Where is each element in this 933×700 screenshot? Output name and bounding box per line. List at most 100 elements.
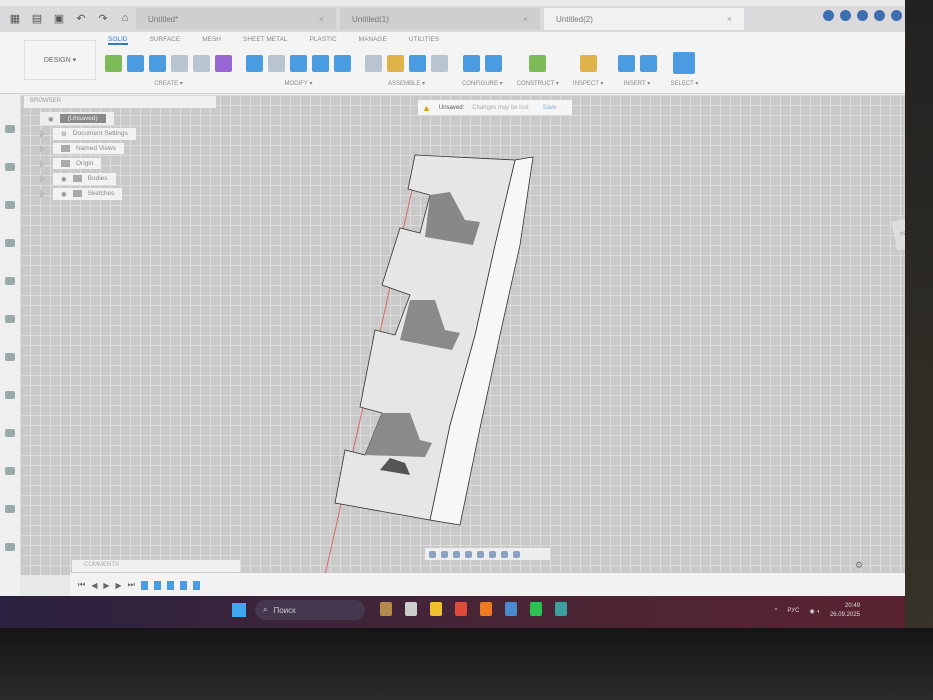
widgets-icon[interactable]: [380, 602, 392, 616]
redo-icon[interactable]: ↷: [96, 12, 110, 26]
tree-item-sketches[interactable]: ◉ Sketches: [40, 186, 136, 201]
shell-icon[interactable]: [290, 54, 307, 72]
app2-icon[interactable]: [555, 602, 567, 616]
expand-icon[interactable]: [40, 129, 45, 138]
eye-icon[interactable]: ◉: [61, 175, 67, 183]
tab-utilities[interactable]: UTILITIES: [409, 36, 439, 45]
tab-surface[interactable]: SURFACE: [150, 36, 181, 45]
press-pull-icon[interactable]: [246, 54, 263, 72]
tree-item-named-views[interactable]: Named Views: [40, 141, 136, 156]
viewports-icon[interactable]: [513, 550, 520, 558]
eye-icon[interactable]: ◉: [61, 190, 67, 198]
tab-untitled-1[interactable]: Untitled(1) ×: [340, 8, 540, 30]
fit-icon[interactable]: [477, 550, 484, 558]
timeline-feature[interactable]: [153, 580, 161, 590]
wifi-volume-icon[interactable]: ◉ ◖: [809, 608, 820, 615]
jobs-icon[interactable]: [857, 10, 868, 21]
combine-icon[interactable]: [312, 54, 329, 72]
tab-solid[interactable]: SOLID: [108, 36, 128, 45]
chrome-icon[interactable]: [455, 602, 467, 616]
motion-icon[interactable]: [409, 54, 426, 72]
file-explorer-icon[interactable]: [430, 602, 442, 616]
tree-item-origin[interactable]: Origin: [40, 156, 136, 171]
close-icon[interactable]: ×: [727, 14, 732, 24]
fusion-icon[interactable]: [505, 602, 517, 616]
side-icon[interactable]: [5, 239, 15, 247]
tree-item-bodies[interactable]: ◉ Bodies: [40, 171, 136, 186]
configure-icon[interactable]: [462, 54, 480, 72]
select-menu[interactable]: SELECT ▾: [671, 80, 699, 87]
modify-menu[interactable]: MODIFY ▾: [285, 80, 313, 87]
side-icon[interactable]: [5, 429, 15, 437]
side-icon[interactable]: [5, 353, 15, 361]
pattern-icon[interactable]: [193, 54, 210, 72]
expand-icon[interactable]: [40, 159, 45, 168]
expand-icon[interactable]: [40, 189, 45, 198]
pan-icon[interactable]: [453, 550, 460, 558]
notifications-icon[interactable]: [874, 10, 885, 21]
close-icon[interactable]: ×: [523, 14, 528, 24]
construct-menu[interactable]: CONSTRUCT ▾: [517, 80, 559, 87]
clock[interactable]: 20:49 26.09.2025: [830, 602, 860, 620]
table-icon[interactable]: [431, 54, 448, 72]
measure-icon[interactable]: [579, 54, 597, 72]
look-at-icon[interactable]: [441, 550, 448, 558]
plane-icon[interactable]: [529, 54, 547, 72]
eye-icon[interactable]: ◉: [48, 115, 54, 123]
expand-icon[interactable]: [40, 174, 45, 183]
tab-plastic[interactable]: PLASTIC: [310, 36, 337, 45]
insert-derive-icon[interactable]: [617, 54, 635, 72]
file-icon[interactable]: ▤: [30, 12, 44, 26]
undo-icon[interactable]: ↶: [74, 12, 88, 26]
joint-icon[interactable]: [365, 54, 382, 72]
side-icon[interactable]: [5, 543, 15, 551]
home-icon[interactable]: ⌂: [118, 12, 132, 26]
save-link[interactable]: Save: [543, 105, 557, 111]
tab-untitled-2[interactable]: Untitled(2) ×: [544, 8, 744, 30]
save-icon[interactable]: ▣: [52, 12, 66, 26]
help-icon[interactable]: [891, 10, 902, 21]
data-panel-icon[interactable]: [840, 10, 851, 21]
select-cursor-icon[interactable]: [673, 52, 696, 74]
insert-menu[interactable]: INSERT ▾: [624, 80, 650, 87]
chevron-up-icon[interactable]: ^: [775, 608, 778, 614]
canvas-viewport[interactable]: FRONT: [20, 95, 910, 575]
display-settings-icon[interactable]: [489, 550, 496, 558]
comments-panel[interactable]: COMMENTS: [72, 560, 240, 572]
side-icon[interactable]: [5, 505, 15, 513]
extrude-icon[interactable]: [127, 54, 144, 72]
side-icon[interactable]: [5, 201, 15, 209]
insert-image-icon[interactable]: [639, 54, 657, 72]
green-app-icon[interactable]: [530, 602, 542, 616]
timeline-feature[interactable]: [179, 580, 187, 590]
tab-untitled[interactable]: Untitled* ×: [136, 8, 336, 30]
go-to-end-button[interactable]: ⏭: [128, 580, 135, 590]
configure-table-icon[interactable]: [484, 54, 502, 72]
side-icon[interactable]: [5, 163, 15, 171]
model-body[interactable]: [20, 95, 910, 575]
close-icon[interactable]: ×: [319, 14, 324, 24]
settings-gear-icon[interactable]: ⚙: [855, 560, 863, 571]
tab-sheet-metal[interactable]: SHEET METAL: [243, 36, 288, 45]
browser-header[interactable]: BROWSER: [24, 96, 216, 108]
side-icon[interactable]: [5, 125, 15, 133]
form-icon[interactable]: [215, 54, 232, 72]
inspect-menu[interactable]: INSPECT ▾: [573, 80, 604, 87]
step-forward-button[interactable]: ▶: [116, 581, 122, 590]
workspace-dropdown[interactable]: DESIGN ▾: [24, 40, 96, 80]
timeline-feature[interactable]: [166, 580, 174, 590]
configure-menu[interactable]: CONFIGURE ▾: [462, 80, 503, 87]
expand-icon[interactable]: [40, 144, 45, 153]
language-indicator[interactable]: РУС: [787, 608, 799, 614]
split-icon[interactable]: [334, 54, 351, 72]
tab-manage[interactable]: MANAGE: [359, 36, 387, 45]
fillet-icon[interactable]: [268, 54, 285, 72]
grid-settings-icon[interactable]: [501, 550, 508, 558]
go-to-start-button[interactable]: ⏮: [78, 580, 85, 590]
grid-icon[interactable]: ▦: [8, 12, 22, 26]
step-back-button[interactable]: ◀: [91, 581, 97, 590]
side-icon[interactable]: [5, 315, 15, 323]
new-sketch-icon[interactable]: [105, 54, 122, 72]
tree-root[interactable]: ◉ (Unsaved): [40, 111, 136, 126]
zoom-icon[interactable]: [465, 550, 472, 558]
